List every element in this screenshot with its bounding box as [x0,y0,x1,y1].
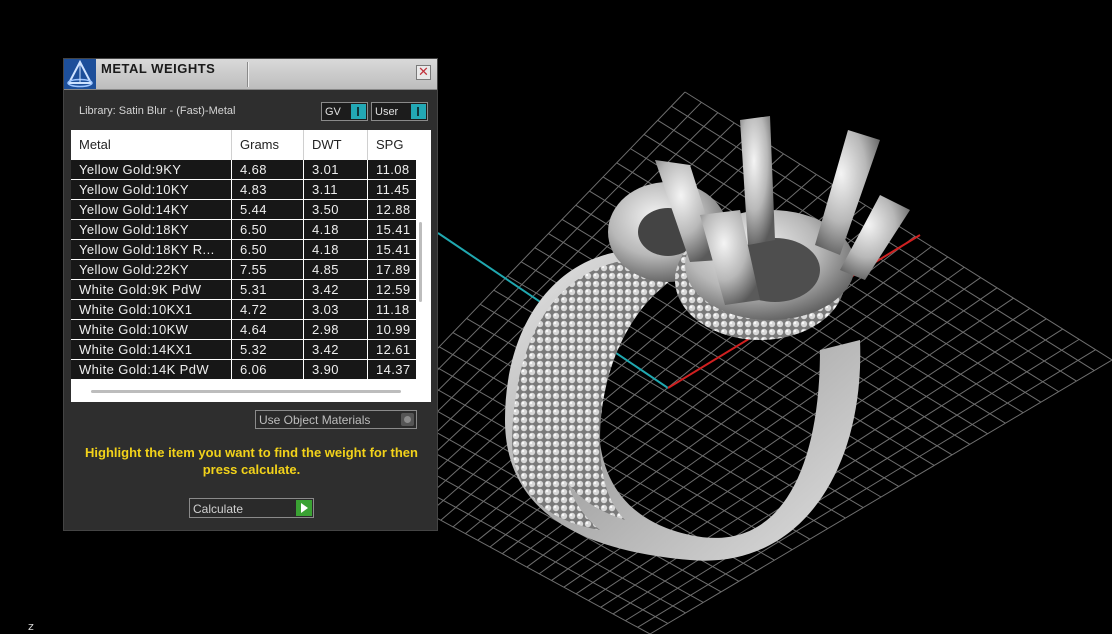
metal-cell: White Gold:10KX1 [71,300,232,319]
table-header: Metal Grams DWT SPG [71,130,415,160]
toggle-switch-icon [411,104,426,119]
library-label: Library: Satin Blur - (Fast)-Metal [79,105,236,117]
dwt-cell: 3.42 [304,280,368,299]
app-logo-icon [64,59,96,89]
metal-cell: White Gold:14K PdW [71,360,232,379]
dwt-cell: 4.85 [304,260,368,279]
table-row[interactable]: Yellow Gold:22KY 7.55 4.85 17.89 [71,260,416,280]
radio-icon [401,413,414,426]
metal-cell: Yellow Gold:9KY [71,160,232,179]
use-object-materials-option[interactable]: Use Object Materials [255,410,417,429]
column-header-dwt[interactable]: DWT [304,130,368,160]
grams-cell: 4.64 [232,320,304,339]
grams-cell: 4.72 [232,300,304,319]
table-row[interactable]: Yellow Gold:9KY 4.68 3.01 11.08 [71,160,416,180]
metal-weights-panel: METAL WEIGHTS ✕ Library: Satin Blur - (F… [63,58,438,531]
panel-title: METAL WEIGHTS [101,61,216,76]
metal-cell: Yellow Gold:10KY [71,180,232,199]
dwt-cell: 3.03 [304,300,368,319]
ring-model [505,116,910,561]
table-row[interactable]: White Gold:9K PdW 5.31 3.42 12.59 [71,280,416,300]
panel-titlebar[interactable]: METAL WEIGHTS ✕ [64,59,437,90]
horizontal-scrollbar[interactable] [91,390,401,393]
close-button[interactable]: ✕ [416,65,431,80]
metal-cell: Yellow Gold:14KY [71,200,232,219]
axis-label: z [28,620,34,633]
dwt-cell: 3.90 [304,360,368,379]
spg-cell: 11.18 [376,302,410,317]
spg-cell: 10.99 [376,322,411,337]
table-row[interactable]: Yellow Gold:14KY 5.44 3.50 12.88 [71,200,416,220]
metal-cell: Yellow Gold:22KY [71,260,232,279]
dwt-cell: 3.42 [304,340,368,359]
spg-cell: 11.08 [376,162,410,177]
spg-cell: 15.41 [376,242,411,257]
play-icon [296,500,312,516]
calculate-button[interactable]: Calculate [189,498,314,518]
column-header-spg[interactable]: SPG [368,130,428,160]
grams-cell: 5.44 [232,200,304,219]
table-row[interactable]: White Gold:14KX1 5.32 3.42 12.61 [71,340,416,360]
spg-cell: 12.61 [376,342,411,357]
table-row[interactable]: White Gold:14K PdW 6.06 3.90 14.37 [71,360,416,380]
table-row[interactable]: White Gold:10KW 4.64 2.98 10.99 [71,320,416,340]
calculate-label: Calculate [193,502,244,516]
metal-cell: Yellow Gold:18KY [71,220,232,239]
user-toggle[interactable]: User [371,102,428,121]
dwt-cell: 4.18 [304,220,368,239]
spg-cell: 12.59 [376,282,411,297]
grams-cell: 5.31 [232,280,304,299]
dwt-cell: 3.11 [304,180,368,199]
grams-cell: 6.50 [232,220,304,239]
metal-cell: White Gold:10KW [71,320,232,339]
gv-toggle[interactable]: GV [321,102,368,121]
grams-cell: 7.55 [232,260,304,279]
grams-cell: 5.32 [232,340,304,359]
table-row[interactable]: Yellow Gold:18KY 6.50 4.18 15.41 [71,220,416,240]
grams-cell: 4.83 [232,180,304,199]
dwt-cell: 4.18 [304,240,368,259]
grams-cell: 6.50 [232,240,304,259]
metal-cell: White Gold:14KX1 [71,340,232,359]
user-toggle-label: User [375,106,399,118]
grams-cell: 6.06 [232,360,304,379]
dwt-cell: 3.50 [304,200,368,219]
dwt-cell: 3.01 [304,160,368,179]
instruction-text: Highlight the item you want to find the … [85,445,418,477]
column-header-metal[interactable]: Metal [71,130,232,160]
metal-table: Metal Grams DWT SPG Yellow Gold:9KY 4.68 3… [71,130,431,402]
toggle-switch-icon [351,104,366,119]
table-row[interactable]: White Gold:10KX1 4.72 3.03 11.18 [71,300,416,320]
grams-cell: 4.68 [232,160,304,179]
column-header-grams[interactable]: Grams [232,130,304,160]
spg-cell: 14.37 [376,362,411,377]
table-row[interactable]: Yellow Gold:18KY R... 6.50 4.18 15.41 [71,240,416,260]
spg-cell: 11.45 [376,182,410,197]
title-divider [247,62,248,87]
spg-cell: 17.89 [376,262,411,277]
gv-toggle-label: GV [325,106,341,118]
use-object-materials-label: Use Object Materials [259,413,371,427]
spg-cell: 15.41 [376,222,411,237]
dwt-cell: 2.98 [304,320,368,339]
metal-cell: White Gold:9K PdW [71,280,232,299]
table-row[interactable]: Yellow Gold:10KY 4.83 3.11 11.45 [71,180,416,200]
spg-cell: 12.88 [376,202,411,217]
vertical-scrollbar[interactable] [419,222,422,302]
metal-cell: Yellow Gold:18KY R... [71,240,232,259]
table-body: Yellow Gold:9KY 4.68 3.01 11.08 Yellow Gold:… [71,160,416,380]
